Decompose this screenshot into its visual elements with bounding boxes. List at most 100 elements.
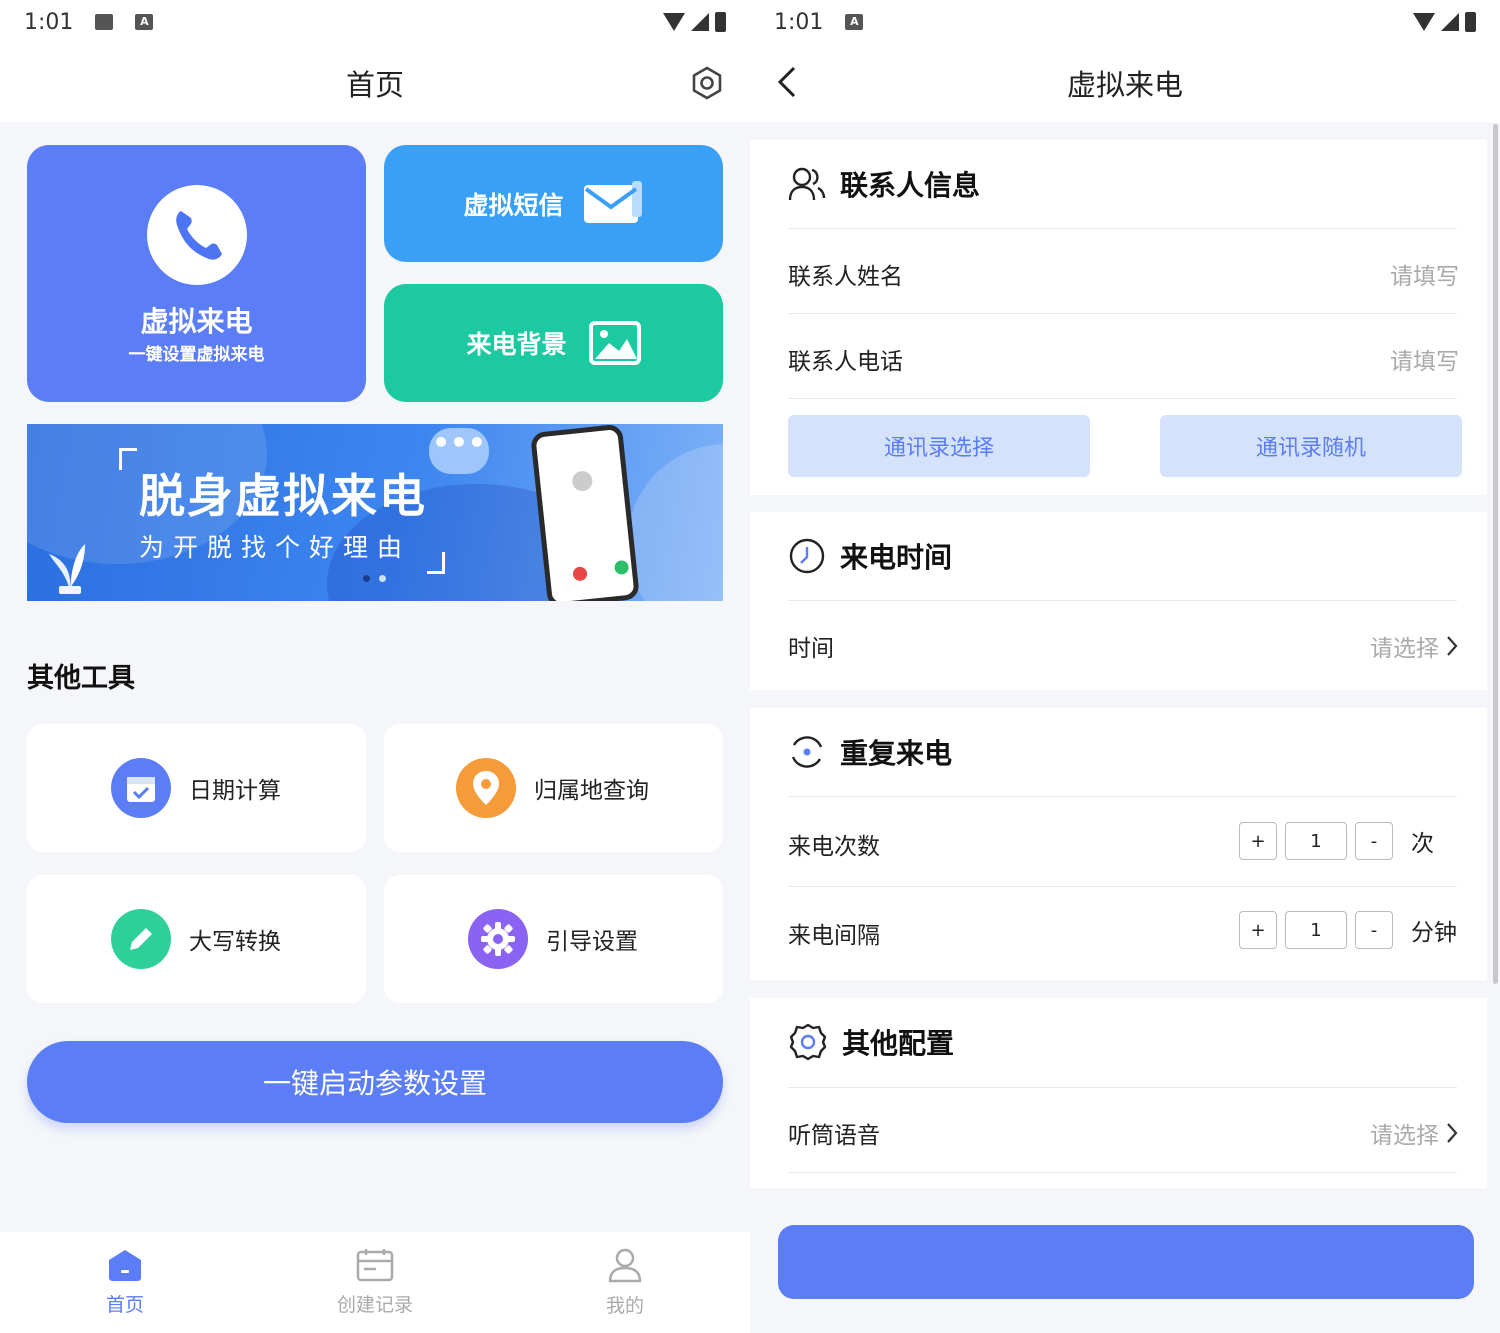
submit-button[interactable] [778, 1225, 1474, 1299]
a-notification-icon: A [135, 14, 154, 30]
tool-location-query[interactable]: 归属地查询 [384, 724, 723, 852]
call-background-card[interactable]: 来电背景 [384, 284, 723, 402]
divider [788, 313, 1457, 314]
gear-icon [468, 909, 528, 969]
image-icon [588, 321, 641, 365]
repeat-call-panel: 重复来电 来电次数 + 1 - 次 来电间隔 + 1 - 分钟 [750, 708, 1487, 980]
voice-label: 听筒语音 [788, 1123, 880, 1149]
divider [788, 398, 1457, 399]
phone-icon [147, 185, 247, 285]
chat-bubble-icon: ••• [429, 428, 489, 474]
plant-icon [49, 544, 85, 594]
call-interval-unit: 分钟 [1411, 920, 1457, 946]
call-time-header: 来电时间 [788, 536, 952, 576]
status-bar: 1:01 A [750, 0, 1500, 44]
contact-name-input[interactable]: 请填写 [1390, 257, 1459, 291]
wifi-icon [1413, 13, 1435, 31]
call-count-unit: 次 [1411, 831, 1434, 857]
phone-illustration [530, 424, 640, 601]
status-icons [663, 12, 726, 32]
divider [788, 886, 1457, 887]
chevron-right-icon [1447, 636, 1458, 656]
decrement-button[interactable]: - [1355, 822, 1393, 860]
increment-button[interactable]: + [1239, 822, 1277, 860]
tool-label: 归属地查询 [534, 778, 649, 804]
back-arrow-icon[interactable] [772, 64, 802, 100]
wifi-icon [663, 13, 685, 31]
battery-icon [1465, 12, 1476, 32]
pencil-icon [111, 909, 171, 969]
home-screen: 1:01 A 首页 虚拟来电 一键设置虚拟来电 虚拟短信 来电背景 脱身虚拟来电… [0, 0, 750, 1333]
divider [788, 1172, 1457, 1173]
tab-records[interactable]: 创建记录 [250, 1232, 500, 1333]
battery-icon [715, 12, 726, 32]
virtual-sms-label: 虚拟短信 [463, 190, 564, 220]
promo-banner[interactable]: 脱身虚拟来电 为开脱找个好理由 ••• [27, 424, 723, 601]
call-count-input[interactable]: 1 [1285, 822, 1347, 860]
location-pin-icon [456, 758, 516, 818]
banner-title: 脱身虚拟来电 [139, 469, 427, 523]
image-notification-icon [95, 14, 114, 30]
tool-guide-settings[interactable]: 引导设置 [384, 875, 723, 1003]
user-icon [608, 1248, 642, 1283]
increment-button[interactable]: + [1239, 911, 1277, 949]
tab-mine[interactable]: 我的 [500, 1232, 750, 1333]
virtual-call-subtitle: 一键设置虚拟来电 [128, 345, 265, 365]
divider [788, 228, 1457, 229]
settings-icon [789, 1023, 827, 1061]
signal-icon [1441, 13, 1459, 31]
tool-label: 日期计算 [189, 778, 281, 804]
tab-label: 首页 [105, 1294, 144, 1316]
nav-bar: 虚拟来电 [750, 44, 1500, 122]
divider [788, 1087, 1457, 1088]
a-notification-icon: A [845, 14, 864, 30]
status-bar: 1:01 A [0, 0, 750, 44]
time-select[interactable]: 请选择 [1370, 629, 1459, 663]
virtual-call-card[interactable]: 虚拟来电 一键设置虚拟来电 [27, 145, 366, 402]
other-tools-title: 其他工具 [27, 663, 135, 694]
call-background-label: 来电背景 [466, 330, 567, 359]
time-label: 时间 [788, 636, 834, 662]
settings-icon[interactable] [690, 66, 724, 100]
envelope-icon [583, 180, 642, 223]
contacts-select-button[interactable]: 通讯录选择 [788, 415, 1090, 477]
contact-name-label: 联系人姓名 [788, 264, 903, 290]
status-icons [1413, 12, 1476, 32]
other-config-title: 其他配置 [842, 1027, 955, 1060]
divider [788, 600, 1457, 601]
bottom-tab-bar: 首页 创建记录 我的 [0, 1232, 750, 1333]
tab-home[interactable]: 首页 [0, 1232, 250, 1333]
other-config-panel: 其他配置 听筒语音 请选择 [750, 998, 1487, 1188]
carousel-dot[interactable] [379, 575, 386, 582]
call-interval-input[interactable]: 1 [1285, 911, 1347, 949]
decrement-button[interactable]: - [1355, 911, 1393, 949]
scrollbar[interactable] [1493, 124, 1498, 984]
signal-icon [691, 13, 709, 31]
home-icon [109, 1250, 141, 1281]
contact-info-header: 联系人信息 [788, 164, 980, 204]
voice-select[interactable]: 请选择 [1370, 1116, 1459, 1150]
one-click-start-button[interactable]: 一键启动参数设置 [27, 1041, 723, 1123]
call-interval-stepper: + 1 - 分钟 [1239, 911, 1459, 949]
tool-label: 大写转换 [189, 929, 281, 955]
contacts-random-button[interactable]: 通讯录随机 [1160, 415, 1462, 477]
voice-select-placeholder: 请选择 [1370, 1123, 1439, 1149]
repeat-call-title: 重复来电 [840, 737, 953, 770]
tool-label: 引导设置 [546, 929, 638, 955]
time-select-placeholder: 请选择 [1370, 636, 1439, 662]
tool-uppercase-convert[interactable]: 大写转换 [27, 875, 366, 1003]
page-title: 首页 [345, 68, 404, 102]
contact-phone-label: 联系人电话 [788, 349, 903, 375]
repeat-icon [791, 736, 823, 768]
record-icon [356, 1249, 394, 1282]
page-title: 虚拟来电 [1066, 68, 1183, 102]
contact-phone-input[interactable]: 请填写 [1390, 342, 1459, 376]
banner-bracket [427, 552, 445, 574]
banner-subtitle: 为开脱找个好理由 [139, 533, 412, 562]
virtual-sms-card[interactable]: 虚拟短信 [384, 145, 723, 262]
banner-bracket [119, 448, 137, 470]
tool-date-calc[interactable]: 日期计算 [27, 724, 366, 852]
contact-info-title: 联系人信息 [840, 169, 981, 202]
contacts-icon [788, 167, 826, 201]
carousel-dot-active[interactable] [363, 575, 370, 582]
